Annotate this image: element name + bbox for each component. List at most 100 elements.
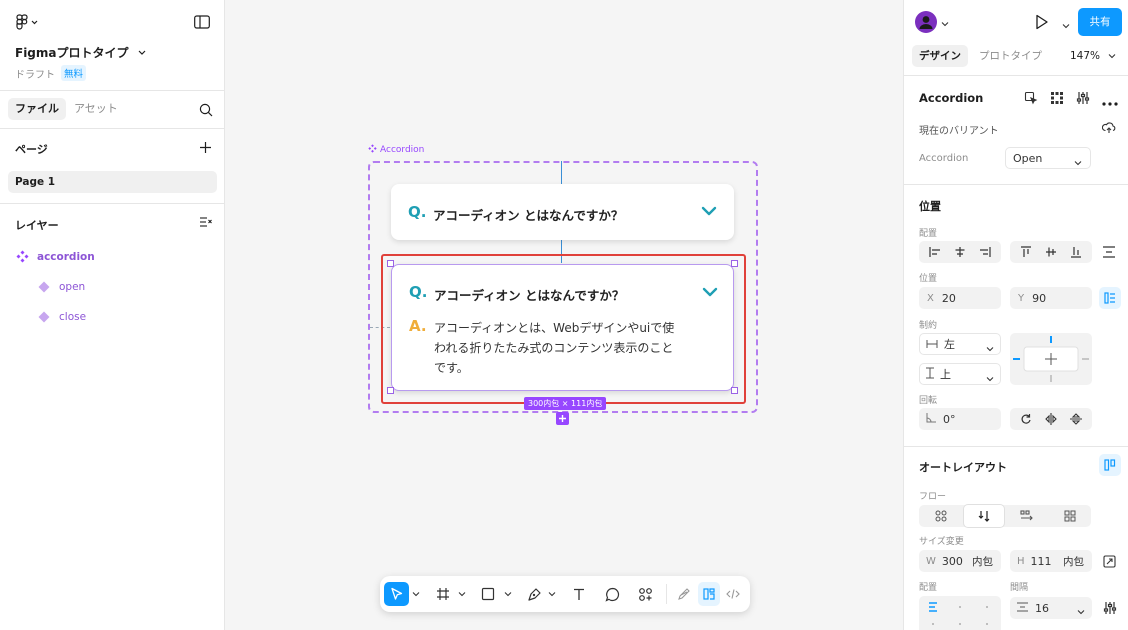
alignment-label: 配置 <box>919 583 938 593</box>
add-variant-button[interactable] <box>556 412 569 425</box>
flip-horizontal-icon[interactable] <box>1039 408 1063 430</box>
flow-grid-icon[interactable] <box>1050 505 1090 527</box>
chevron-down-icon[interactable] <box>548 582 556 606</box>
variant-icon <box>38 281 50 296</box>
user-menu[interactable] <box>915 11 949 36</box>
answer-letter: A. <box>409 317 427 335</box>
adjust-icon[interactable] <box>1076 91 1090 108</box>
text-tool-button[interactable] <box>568 582 590 606</box>
resize-to-fit-icon[interactable] <box>1103 555 1116 571</box>
align-center-h-icon[interactable] <box>948 241 972 263</box>
tab-prototype[interactable]: プロトタイプ <box>972 45 1049 67</box>
horizontal-constraint-select[interactable]: 左 <box>919 333 1001 355</box>
share-button[interactable]: 共有 <box>1078 8 1122 36</box>
present-icon[interactable] <box>1035 14 1049 33</box>
page-item-page-1[interactable]: Page 1 <box>8 171 217 193</box>
rotation-field[interactable]: 0° <box>919 408 1001 430</box>
file-title-text: Figmaプロトタイプ <box>15 46 129 60</box>
flip-vertical-icon[interactable] <box>1064 408 1088 430</box>
y-field[interactable]: Y 90 <box>1010 287 1092 309</box>
chevron-down-icon[interactable] <box>458 582 466 606</box>
bottom-toolbar <box>380 576 750 612</box>
resize-handle[interactable] <box>387 260 394 267</box>
tab-assets[interactable]: アセット <box>67 98 125 120</box>
canvas[interactable]: Accordion Q. アコーディオン とはなんですか？ Q. アコーディオン… <box>226 0 902 630</box>
align-bottom-icon[interactable] <box>1064 241 1088 263</box>
toggle-sidebar-icon[interactable] <box>194 15 210 29</box>
w-mode[interactable]: 内包 <box>972 554 993 569</box>
autolayout-toggle-button[interactable] <box>1099 454 1121 476</box>
chevron-down-icon <box>986 372 994 385</box>
plan-badge[interactable]: 無料 <box>61 65 87 81</box>
shape-tool-button[interactable] <box>477 582 499 606</box>
draw-mode-button[interactable] <box>673 582 695 606</box>
h-constraint-icon <box>926 338 938 351</box>
collapse-layers-icon[interactable] <box>199 216 213 229</box>
upload-icon[interactable] <box>1101 121 1116 137</box>
distribute-icon[interactable] <box>1103 246 1115 261</box>
flow-vertical-icon[interactable] <box>964 505 1004 527</box>
chevron-down-icon[interactable] <box>701 206 717 220</box>
variants-grid-icon[interactable] <box>1050 91 1064 108</box>
figma-menu-icon[interactable] <box>15 14 39 30</box>
layer-item-open[interactable]: open <box>0 272 224 302</box>
resize-handle[interactable] <box>731 260 738 267</box>
pen-tool-button[interactable] <box>523 582 545 606</box>
resize-handle[interactable] <box>731 387 738 394</box>
comment-tool-button[interactable] <box>601 582 623 606</box>
height-field[interactable]: H 111 内包 <box>1010 550 1092 572</box>
width-field[interactable]: W 300 内包 <box>919 550 1001 572</box>
file-title[interactable]: Figmaプロトタイプ <box>15 44 147 61</box>
rotate-icon[interactable] <box>1014 408 1038 430</box>
add-page-icon[interactable] <box>199 141 212 154</box>
frame-label[interactable]: Accordion <box>368 144 424 156</box>
more-icon[interactable] <box>1102 96 1118 109</box>
frame-tool-button[interactable] <box>432 582 454 606</box>
layer-item-accordion[interactable]: accordion <box>0 242 224 272</box>
component-set-icon <box>368 144 377 156</box>
absolute-position-button[interactable] <box>1099 287 1121 309</box>
tab-file[interactable]: ファイル <box>8 98 66 120</box>
accordion-closed-card[interactable]: Q. アコーディオン とはなんですか？ <box>391 184 734 240</box>
h-mode[interactable]: 内包 <box>1063 554 1084 569</box>
horizontal-align-group <box>919 241 1001 263</box>
resize-handle[interactable] <box>387 387 394 394</box>
move-tool-button[interactable] <box>384 582 409 606</box>
constraint-label: 制約 <box>919 321 938 331</box>
flow-horizontal-icon[interactable] <box>1007 505 1047 527</box>
chevron-down-icon[interactable] <box>504 582 512 606</box>
divider <box>0 128 224 129</box>
accordion-open-card[interactable]: Q. アコーディオン とはなんですか？ A. アコーディオンとは、Webデザイン… <box>391 264 734 391</box>
advanced-settings-icon[interactable] <box>1103 601 1117 618</box>
gap-label: 間隔 <box>1010 583 1029 593</box>
go-to-main-icon[interactable] <box>1024 91 1038 108</box>
align-right-icon[interactable] <box>973 241 997 263</box>
chevron-down-icon[interactable] <box>1062 19 1070 32</box>
align-left-icon[interactable] <box>923 241 947 263</box>
design-mode-button[interactable] <box>698 582 720 606</box>
x-field[interactable]: X 20 <box>919 287 1001 309</box>
layer-item-close[interactable]: close <box>0 302 224 332</box>
divider <box>904 446 1128 447</box>
y-label: Y <box>1018 292 1025 304</box>
align-center-v-icon[interactable] <box>1039 241 1063 263</box>
file-meta: ドラフト 無料 <box>15 65 87 81</box>
flow-freeform-icon[interactable] <box>921 505 961 527</box>
gap-field[interactable]: 16 <box>1010 597 1092 619</box>
tab-design[interactable]: デザイン <box>912 45 968 67</box>
variant-select[interactable]: Open <box>1005 147 1091 169</box>
actions-tool-button[interactable] <box>634 582 656 606</box>
align-top-icon[interactable] <box>1014 241 1038 263</box>
zoom-control[interactable]: 147% <box>1070 45 1116 67</box>
dev-mode-button[interactable] <box>722 582 744 606</box>
chevron-down-icon[interactable] <box>702 287 718 301</box>
answer-line: われる折りたたみ式のコンテンツ表示のこと <box>434 341 674 355</box>
search-icon[interactable] <box>199 103 213 117</box>
pages-title: ページ <box>15 143 48 156</box>
question-text: アコーディオン とはなんですか？ <box>434 288 625 303</box>
alignment-matrix[interactable] <box>919 596 1001 630</box>
component-name: Accordion <box>919 91 984 105</box>
constraint-widget[interactable] <box>1010 333 1092 385</box>
chevron-down-icon[interactable] <box>412 582 420 606</box>
vertical-constraint-select[interactable]: 上 <box>919 363 1001 385</box>
